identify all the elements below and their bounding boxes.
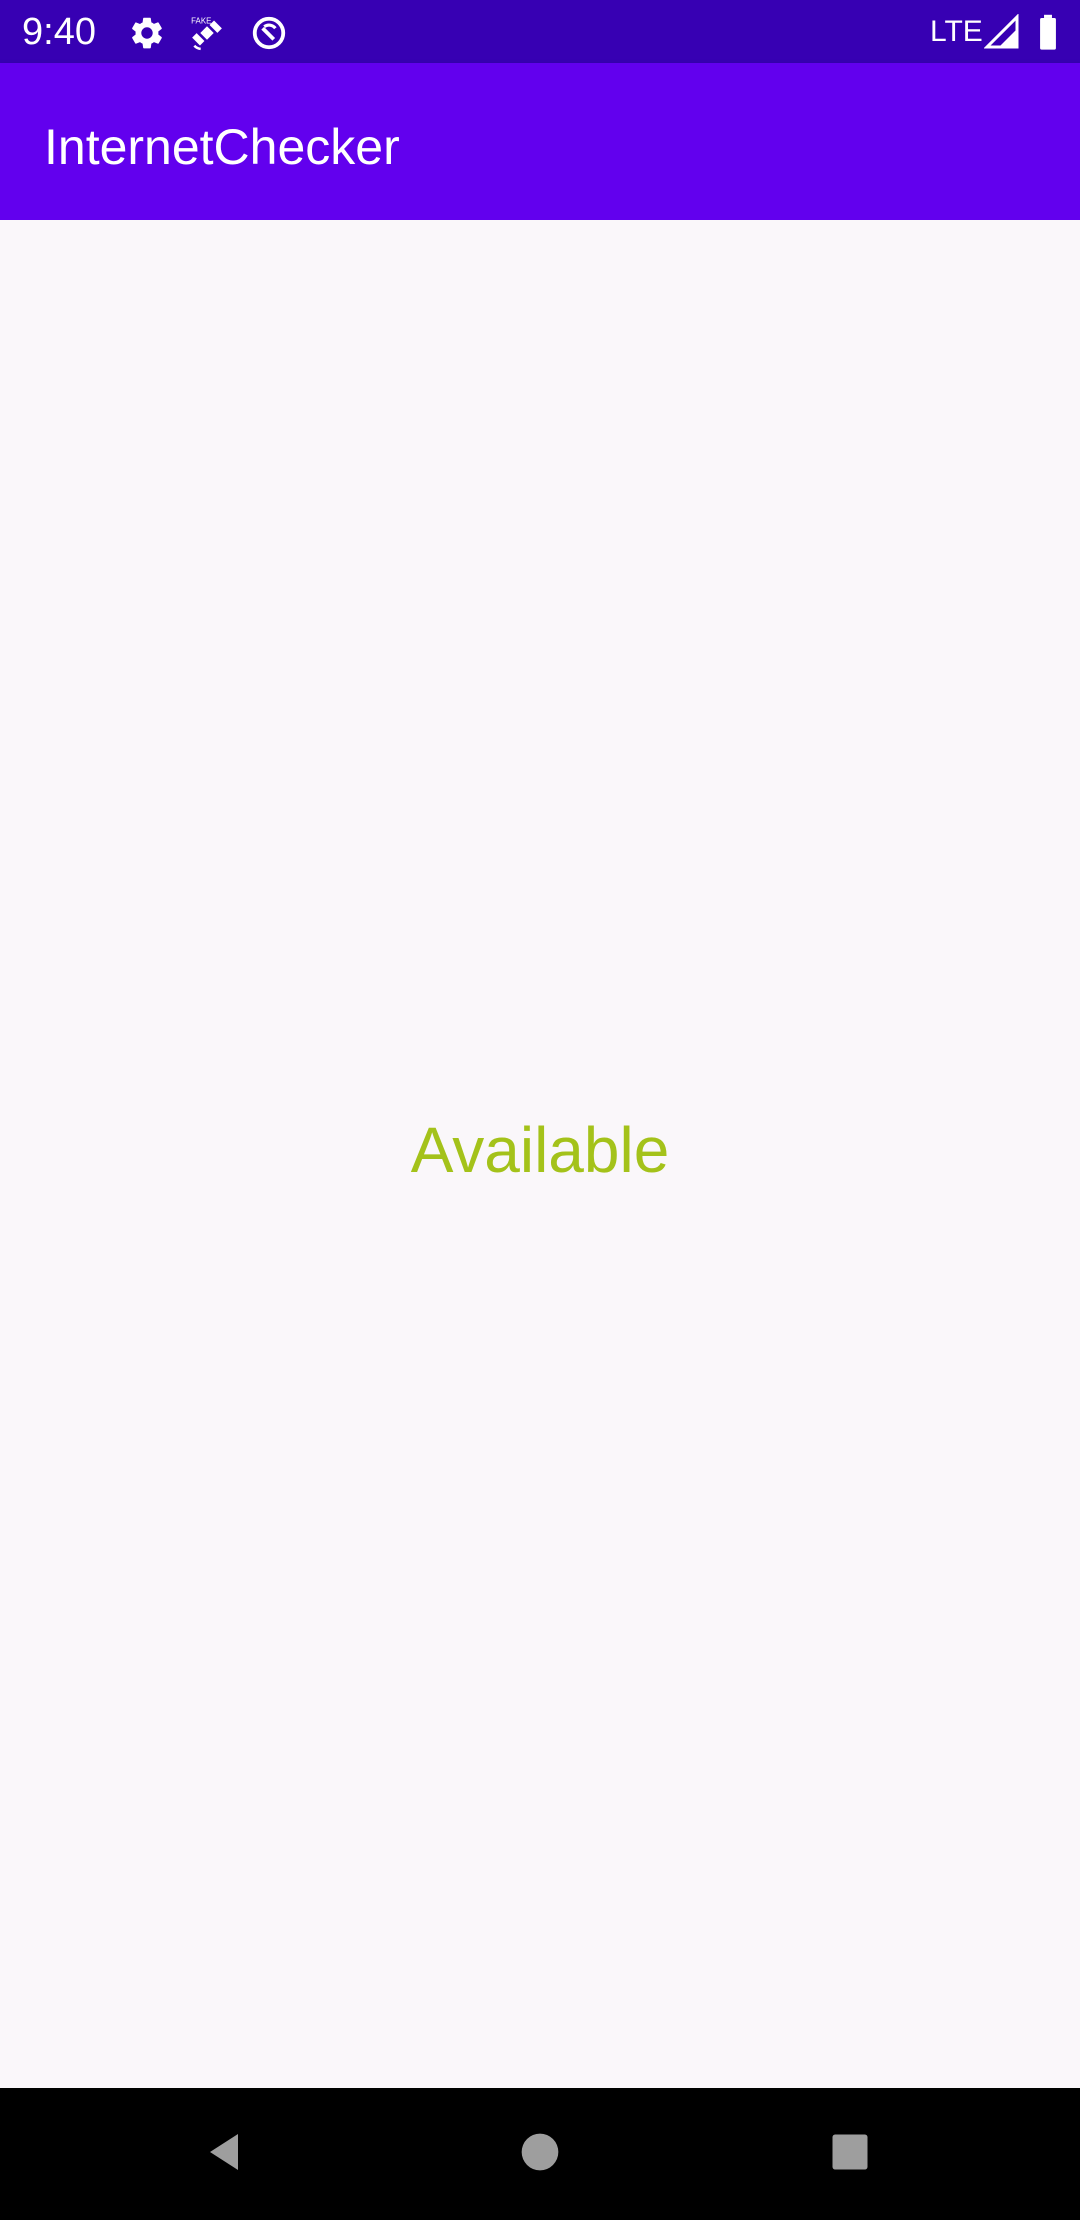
recents-icon <box>829 2131 871 2178</box>
network-type-label: LTE <box>930 15 983 48</box>
home-icon <box>518 2130 562 2179</box>
battery-icon <box>1036 14 1060 52</box>
gear-icon <box>128 14 166 52</box>
recents-button[interactable] <box>820 2124 880 2184</box>
sync-icon <box>250 14 288 52</box>
screen: 9:40 FAKE LTE InternetChecker Available <box>0 0 1080 2220</box>
navigation-bar <box>0 2088 1080 2220</box>
connection-status-text: Available <box>410 1114 670 1186</box>
signal-icon <box>983 13 1022 52</box>
svg-text:FAKE: FAKE <box>191 17 211 26</box>
main-content: Available <box>0 220 1080 2088</box>
app-bar: InternetChecker <box>0 63 1080 220</box>
satellite-icon: FAKE <box>188 14 226 52</box>
back-icon <box>202 2128 250 2181</box>
home-button[interactable] <box>510 2124 570 2184</box>
status-bar: 9:40 FAKE LTE <box>0 0 1080 63</box>
back-button[interactable] <box>196 2124 256 2184</box>
app-title: InternetChecker <box>44 119 400 175</box>
status-time: 9:40 <box>22 11 96 53</box>
